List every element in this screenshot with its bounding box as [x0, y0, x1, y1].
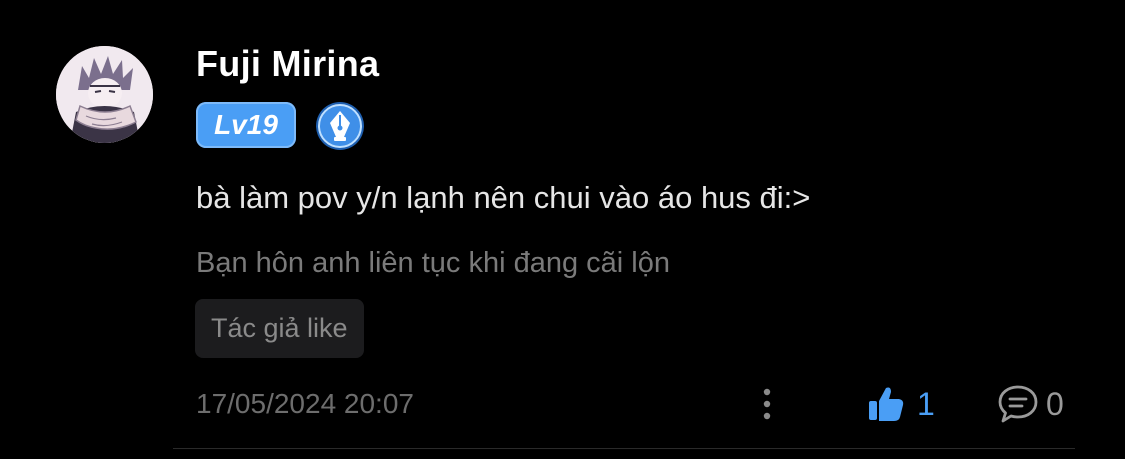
fountain-pen-icon [316, 102, 364, 150]
author-like-tag: Tác giả like [195, 299, 364, 358]
comment-text: bà làm pov y/n lạnh nên chui vào áo hus … [196, 180, 811, 215]
avatar[interactable] [56, 46, 153, 143]
divider [173, 448, 1075, 449]
chapter-reference[interactable]: Bạn hôn anh liên tục khi đang cãi lộn [196, 242, 670, 284]
thumbs-up-icon [869, 387, 904, 421]
level-badge: Lv19 [196, 102, 296, 148]
timestamp: 17/05/2024 20:07 [196, 388, 414, 419]
like-count: 1 [917, 386, 935, 422]
vertical-dots-icon[interactable] [752, 384, 782, 424]
username[interactable]: Fuji Mirina [196, 42, 379, 86]
like-button[interactable]: 1 [866, 378, 935, 430]
reply-count: 0 [1046, 386, 1064, 422]
avatar-illustration [56, 46, 153, 143]
reply-button[interactable]: 0 [996, 378, 1064, 430]
speech-bubble-icon [998, 385, 1038, 423]
